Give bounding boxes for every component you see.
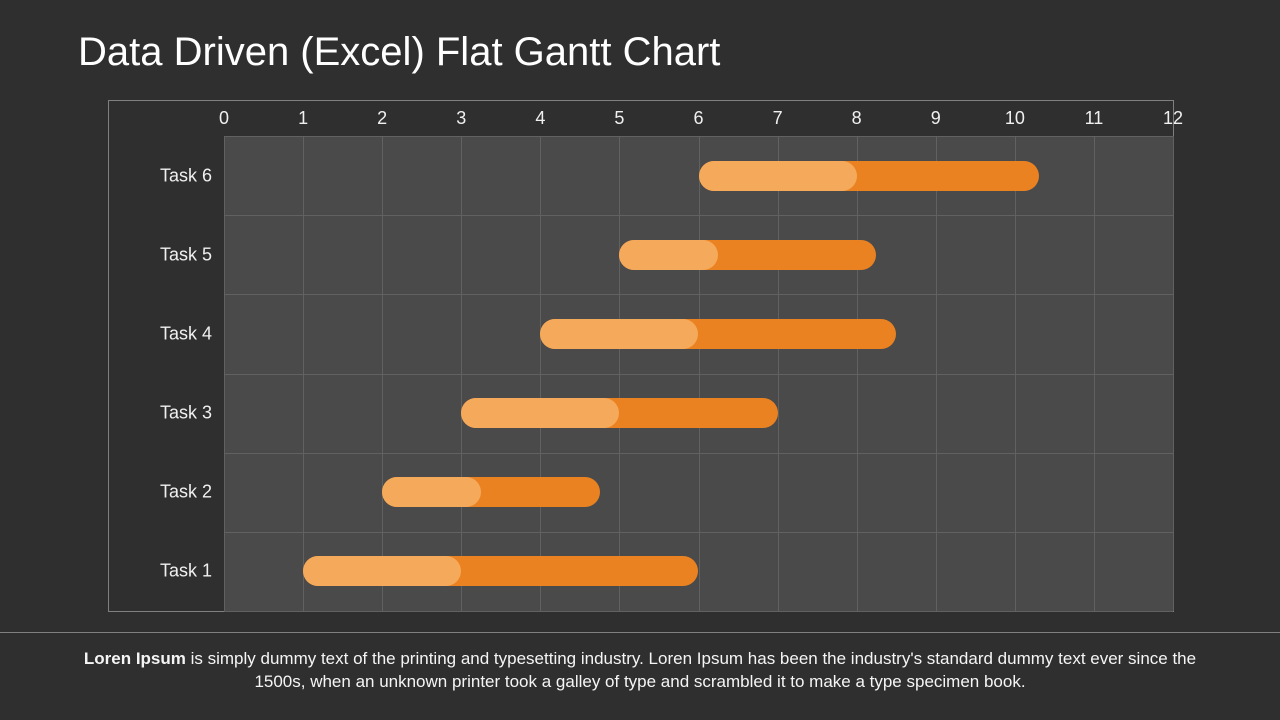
- x-tick-label: 9: [931, 108, 941, 129]
- slide-title: Data Driven (Excel) Flat Gantt Chart: [78, 30, 720, 75]
- plot-area: 0123456789101112: [224, 136, 1173, 611]
- gridline-horizontal: [224, 453, 1173, 454]
- x-tick-label: 5: [614, 108, 624, 129]
- gantt-bar-progress: [619, 240, 718, 270]
- gridline-horizontal: [224, 136, 1173, 137]
- x-tick-label: 11: [1085, 108, 1104, 129]
- y-tick-label: Task 1: [160, 561, 212, 582]
- x-tick-label: 12: [1163, 108, 1183, 129]
- y-tick-label: Task 3: [160, 403, 212, 424]
- x-tick-label: 4: [535, 108, 545, 129]
- gridline-vertical: [1173, 136, 1174, 611]
- y-tick-label: Task 4: [160, 323, 212, 344]
- gantt-bar: [699, 161, 1039, 191]
- gridline-horizontal: [224, 294, 1173, 295]
- x-tick-label: 1: [298, 108, 308, 129]
- gridline-horizontal: [224, 611, 1173, 612]
- x-tick-label: 2: [377, 108, 387, 129]
- x-tick-label: 7: [773, 108, 783, 129]
- gantt-bar-progress: [461, 398, 619, 428]
- y-tick-label: Task 5: [160, 244, 212, 265]
- gantt-bar: [382, 477, 599, 507]
- y-tick-label: Task 2: [160, 482, 212, 503]
- gantt-bar: [540, 319, 896, 349]
- x-tick-label: 8: [852, 108, 862, 129]
- slide: Data Driven (Excel) Flat Gantt Chart Tas…: [0, 0, 1280, 720]
- gantt-bar: [303, 556, 698, 586]
- gridline-horizontal: [224, 532, 1173, 533]
- footer-divider: [0, 632, 1280, 633]
- gantt-bar-progress: [382, 477, 481, 507]
- gantt-bar: [619, 240, 876, 270]
- gridline-horizontal: [224, 374, 1173, 375]
- footer-body: is simply dummy text of the printing and…: [186, 649, 1196, 691]
- gantt-chart: Task 6Task 5Task 4Task 3Task 2Task 1 012…: [108, 100, 1174, 612]
- x-tick-label: 0: [219, 108, 229, 129]
- footer-text: Loren Ipsum is simply dummy text of the …: [70, 648, 1210, 694]
- x-tick-label: 3: [456, 108, 466, 129]
- gridline-horizontal: [224, 215, 1173, 216]
- y-tick-label: Task 6: [160, 165, 212, 186]
- gantt-bar-progress: [303, 556, 461, 586]
- x-tick-label: 6: [693, 108, 703, 129]
- y-axis-labels: Task 6 Task 5 Task 4 Task 3 Task 2 Task 1: [109, 136, 224, 611]
- x-tick-label: 10: [1005, 108, 1025, 129]
- gantt-bar: [461, 398, 777, 428]
- footer-lead: Loren Ipsum: [84, 649, 186, 668]
- gantt-bar-progress: [699, 161, 857, 191]
- gantt-bar-progress: [540, 319, 698, 349]
